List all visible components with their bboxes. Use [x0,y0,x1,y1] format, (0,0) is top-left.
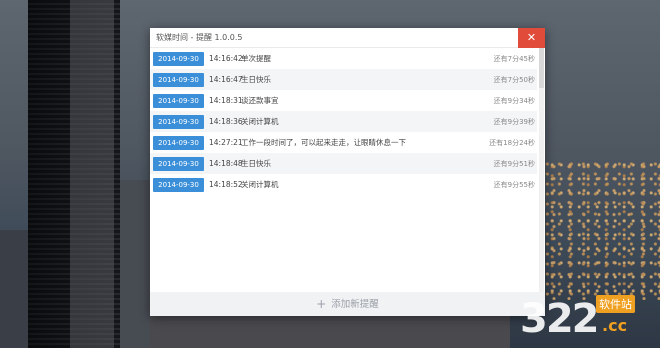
reminder-remaining: 还有7分45秒 [493,54,535,63]
reminder-date-badge: 2014-09-30 [153,177,204,192]
wallpaper-skyscraper-highlight [70,0,114,348]
reminder-remaining: 还有9分55秒 [493,180,535,189]
reminder-remaining: 还有9分34秒 [493,96,535,105]
plus-icon: + [316,297,327,311]
reminder-date-badge: 2014-09-30 [153,72,204,87]
reminder-time: 14:16:47 [209,75,243,84]
wallpaper-building [150,315,510,348]
close-icon: ✕ [526,31,537,44]
reminder-time: 14:27:21 [209,138,243,147]
window-titlebar[interactable]: 软媒时间 - 提醒 1.0.0.5 ✕ [150,28,545,48]
reminder-time: 14:16:42 [209,54,243,63]
reminder-row[interactable]: 2014-09-30 14:18:31 谈还款事宜 还有9分34秒 [150,90,537,111]
window-title: 软媒时间 - 提醒 1.0.0.5 [156,33,243,42]
reminder-row[interactable]: 2014-09-30 14:18:36 关闭计算机 还有9分39秒 [150,111,537,132]
reminder-row[interactable]: 2014-09-30 14:27:21 工作一段时间了，可以起来走走，让眼睛休息… [150,132,537,153]
reminder-list: 2014-09-30 14:16:42 单次提醒 还有7分45秒 2014-09… [150,48,537,195]
reminder-remaining: 还有18分24秒 [489,138,535,147]
reminder-time: 14:18:36 [209,117,243,126]
reminder-remaining: 还有7分50秒 [493,75,535,84]
reminder-time: 14:18:48 [209,159,243,168]
reminder-message: 工作一段时间了，可以起来走走，让眼睛休息一下 [241,138,406,147]
site-watermark-logo: 322 软件站 .cc [510,290,660,348]
reminder-row[interactable]: 2014-09-30 14:16:47 生日快乐 还有7分50秒 [150,69,537,90]
close-button[interactable]: ✕ [518,28,545,48]
reminder-remaining: 还有9分51秒 [493,159,535,168]
reminder-message: 关闭计算机 [241,117,279,126]
reminder-time: 14:18:52 [209,180,243,189]
reminder-message: 生日快乐 [241,75,271,84]
reminder-time: 14:18:31 [209,96,243,105]
reminder-row[interactable]: 2014-09-30 14:16:42 单次提醒 还有7分45秒 [150,48,537,69]
add-reminder-button[interactable]: + 添加新提醒 [150,292,545,316]
scrollbar-thumb[interactable] [539,48,544,88]
watermark-number: 322 [520,296,599,342]
reminder-remaining: 还有9分39秒 [493,117,535,126]
reminder-date-badge: 2014-09-30 [153,135,204,150]
watermark-site-name: 软件站 [596,295,635,313]
list-scrollbar[interactable] [539,48,544,298]
reminder-row[interactable]: 2014-09-30 14:18:52 关闭计算机 还有9分55秒 [150,174,537,195]
reminder-message: 关闭计算机 [241,180,279,189]
reminder-window: 软媒时间 - 提醒 1.0.0.5 ✕ 2014-09-30 14:16:42 … [150,28,545,316]
wallpaper-building [120,180,150,348]
wallpaper-city-lights [545,160,660,300]
reminder-date-badge: 2014-09-30 [153,114,204,129]
reminder-message: 谈还款事宜 [241,96,279,105]
add-reminder-label: 添加新提醒 [331,299,379,310]
reminder-message: 生日快乐 [241,159,271,168]
reminder-date-badge: 2014-09-30 [153,93,204,108]
reminder-date-badge: 2014-09-30 [153,51,204,66]
reminder-row[interactable]: 2014-09-30 14:18:48 生日快乐 还有9分51秒 [150,153,537,174]
watermark-domain: .cc [602,316,628,335]
reminder-date-badge: 2014-09-30 [153,156,204,171]
reminder-message: 单次提醒 [241,54,271,63]
